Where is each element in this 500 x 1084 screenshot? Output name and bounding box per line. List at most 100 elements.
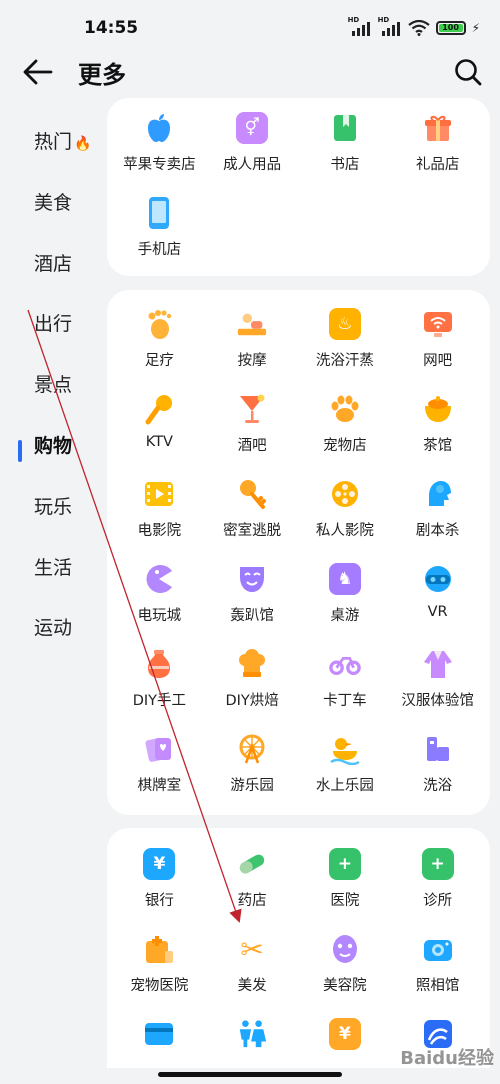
sidebar-item-hot[interactable]: 热门 🔥 (0, 112, 100, 173)
watermark: Baidu经验 (400, 1048, 494, 1069)
apple-icon (143, 112, 175, 144)
category-item[interactable]: VR (391, 549, 484, 634)
category-item[interactable]: + 医院 (299, 834, 392, 919)
card-icon (143, 1018, 175, 1050)
sidebar-item-hotel[interactable]: 酒店 (0, 234, 100, 295)
category-item[interactable]: 卡丁车 (299, 634, 392, 719)
gender-icon: ⚥ (236, 112, 269, 144)
category-item[interactable]: 照相馆 (391, 919, 484, 1004)
mask-icon (236, 563, 268, 595)
signal-icon: HD (378, 16, 402, 38)
category-item[interactable]: ⚥ 成人用品 (206, 98, 299, 183)
category-item[interactable]: 电玩城 (113, 549, 206, 634)
category-label: 电影院 (137, 523, 182, 539)
category-sidebar: 热门 🔥 美食 酒店 出行 景点 购物 玩乐 生活 运动 (0, 112, 100, 659)
category-item[interactable]: 按摩 (206, 294, 299, 379)
category-label: 礼品店 (415, 157, 460, 173)
category-label: 密室逃脱 (223, 523, 282, 539)
sidebar-item-shopping[interactable]: 购物 (0, 416, 100, 477)
category-label: KTV (145, 434, 173, 450)
sidebar-item-travel[interactable]: 出行 (0, 294, 100, 355)
category-item[interactable]: DIY烘焙 (206, 634, 299, 719)
sidebar-item-entertainment[interactable]: 玩乐 (0, 477, 100, 538)
category-item[interactable]: 药店 (206, 834, 299, 919)
category-label: 电玩城 (137, 608, 182, 624)
sidebar-item-life[interactable]: 生活 (0, 538, 100, 599)
category-item[interactable]: 茶馆 (391, 379, 484, 464)
category-label: 手机店 (137, 242, 182, 258)
category-item[interactable]: 礼品店 (391, 98, 484, 183)
category-item[interactable]: DIY手工 (113, 634, 206, 719)
signal-icon: HD (348, 16, 372, 38)
category-item[interactable]: 游乐园 (206, 719, 299, 804)
category-item[interactable]: ♨ 洗浴汗蒸 (299, 294, 392, 379)
back-button[interactable] (20, 54, 56, 90)
category-item[interactable]: 美容院 (299, 919, 392, 1004)
medical-kit-icon: + (421, 848, 454, 880)
search-icon (455, 59, 482, 86)
category-item[interactable]: 网吧 (391, 294, 484, 379)
category-item[interactable]: 水上乐园 (299, 719, 392, 804)
sidebar-item-food[interactable]: 美食 (0, 173, 100, 234)
category-label: 茶馆 (423, 438, 453, 454)
category-item[interactable]: ♞ 桌游 (299, 549, 392, 634)
category-label: 网吧 (423, 353, 453, 369)
category-label: 足疗 (144, 353, 174, 369)
category-item[interactable]: ¥ 银行 (113, 834, 206, 919)
category-item[interactable]: 私人影院 (299, 464, 392, 549)
category-item[interactable]: 手机店 (113, 183, 206, 268)
foot-icon (143, 308, 175, 340)
category-label: VR (427, 604, 448, 620)
category-label: 宠物医院 (130, 978, 189, 994)
charging-icon: ⚡ (471, 21, 480, 35)
sidebar-item-attractions[interactable]: 景点 (0, 355, 100, 416)
category-item[interactable]: 宠物店 (299, 379, 392, 464)
yuan-icon: ¥ (328, 1018, 361, 1050)
film-icon (143, 478, 175, 510)
category-item[interactable]: 密室逃脱 (206, 464, 299, 549)
tea-icon (422, 393, 454, 425)
status-time: 14:55 (84, 18, 139, 38)
active-indicator (18, 439, 22, 462)
hospital-icon: + (328, 848, 361, 880)
paw-icon (329, 393, 361, 425)
pill-icon (236, 848, 268, 880)
category-item[interactable]: 书店 (299, 98, 392, 183)
category-item[interactable]: 酒吧 (206, 379, 299, 464)
category-item[interactable]: 苹果专卖店 (113, 98, 206, 183)
category-item[interactable]: 棋牌室 (113, 719, 206, 804)
category-label: 按摩 (237, 353, 267, 369)
wifi-monitor-icon (422, 308, 454, 340)
status-bar: 14:55 HD HD 100 ⚡ (0, 0, 500, 56)
category-item[interactable]: ✂ 美发 (206, 919, 299, 1004)
sidebar-item-sports[interactable]: 运动 (0, 598, 100, 659)
category-item[interactable]: 轰趴馆 (206, 549, 299, 634)
category-label: 照相馆 (415, 978, 460, 994)
category-label: DIY手工 (132, 693, 187, 709)
cocktail-icon (236, 393, 268, 425)
chef-hat-icon (236, 648, 268, 680)
search-button[interactable] (450, 54, 486, 90)
microphone-icon (143, 393, 175, 425)
ferris-wheel-icon (236, 733, 268, 765)
restroom-icon (236, 1018, 268, 1050)
home-indicator[interactable] (158, 1072, 342, 1077)
arrow-left-icon (23, 59, 53, 85)
category-label: 游乐园 (230, 778, 274, 794)
category-label: 药店 (237, 893, 267, 909)
category-item[interactable]: 宠物医院 (113, 919, 206, 1004)
category-item[interactable]: 剧本杀 (391, 464, 484, 549)
category-item[interactable]: 洗浴 (391, 719, 484, 804)
category-item[interactable]: 电影院 (113, 464, 206, 549)
duck-icon (329, 733, 361, 765)
category-item[interactable]: KTV (113, 379, 206, 464)
category-item[interactable]: 足疗 (113, 294, 206, 379)
bath-icon (422, 733, 454, 765)
category-item[interactable]: + 诊所 (391, 834, 484, 919)
section-services: ¥ 银行 药店 + 医院 + 诊所宠物医院 ✂ 美发 美容院 照相馆 ¥ (107, 828, 490, 1068)
category-label: 美发 (237, 978, 267, 994)
category-label: 书店 (330, 157, 360, 173)
category-item[interactable]: 汉服体验馆 (391, 634, 484, 719)
category-label: 银行 (144, 893, 174, 909)
category-label: 洗浴 (423, 778, 453, 794)
